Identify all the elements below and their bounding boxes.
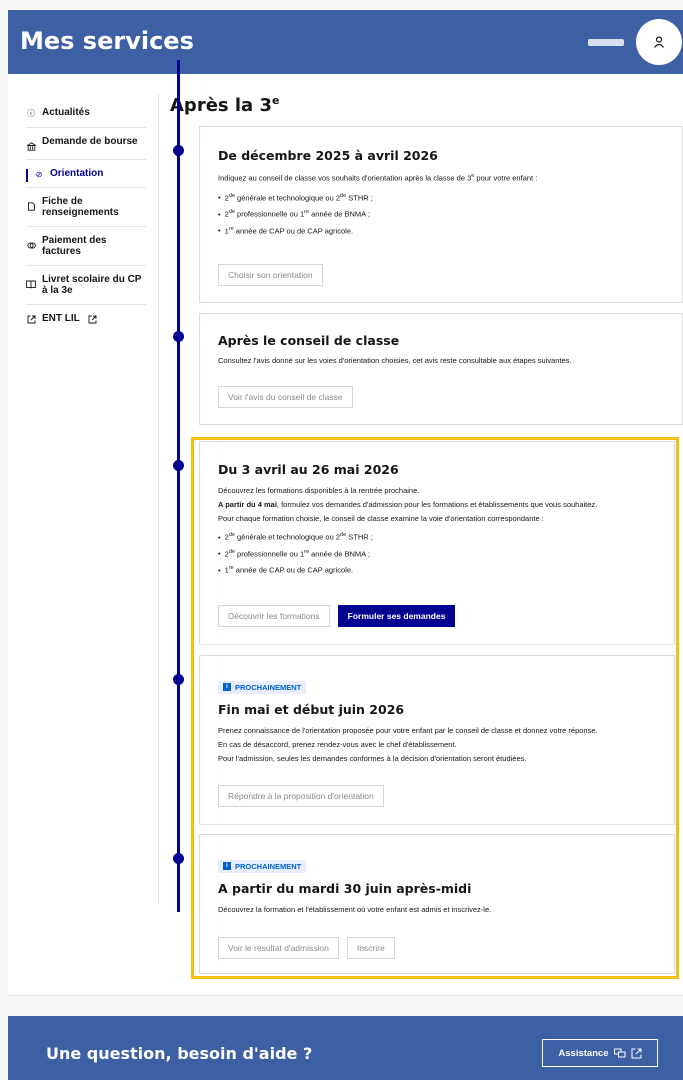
user-avatar-button[interactable]: [636, 19, 682, 65]
sidebar-item-ent-lil[interactable]: ENT LIL: [26, 305, 146, 332]
step-title: De décembre 2025 à avril 2026: [218, 148, 438, 163]
step-text: Découvrez la formation et l'établissemen…: [218, 904, 492, 914]
status-badge: i PROCHAINEMENT: [218, 680, 307, 694]
step-list: 2de générale et technologique ou 2de STH…: [218, 528, 656, 578]
compass-icon: ⊘: [35, 169, 43, 179]
voir-avis-button[interactable]: Voir l'avis du conseil de classe: [218, 386, 353, 408]
step-text: Découvrez les formations disponibles à l…: [218, 486, 420, 495]
step-text: Consultez l'avis donné sur les voies d'o…: [218, 356, 572, 365]
app-title: Mes services: [20, 27, 194, 55]
file-icon: [26, 201, 36, 211]
sidebar-item-orientation[interactable]: ⊘ Orientation: [26, 160, 146, 188]
sidebar-divider: [158, 94, 159, 904]
list-item: 1re année de CAP ou de CAP agricole.: [218, 561, 656, 578]
timeline-dot: [173, 853, 184, 864]
step-text: Prenez connaissance de l'orientation pro…: [218, 725, 598, 735]
step-title: Fin mai et début juin 2026: [218, 701, 405, 717]
inscrire-button[interactable]: Inscrire: [346, 936, 395, 959]
page-title-sup: e: [272, 94, 280, 107]
page-title: Après la 3e: [170, 94, 279, 116]
assistance-button[interactable]: Assistance: [542, 1039, 658, 1067]
sidebar-item-paiement[interactable]: Paiement des factures: [26, 227, 146, 266]
info-icon: i: [223, 862, 231, 870]
page-title-text: Après la 3: [170, 95, 272, 116]
step-card-choix: De décembre 2025 à avril 2026 Indiquez a…: [199, 126, 683, 303]
step-title: Du 3 avril au 26 mai 2026: [218, 462, 399, 477]
sidebar-item-label: Demande de bourse: [42, 136, 138, 147]
timeline-dot: [173, 331, 184, 342]
step-title: Après le conseil de classe: [218, 333, 400, 348]
sidebar-item-fiche[interactable]: Fiche de renseignements: [26, 188, 146, 227]
sidebar-item-bourse[interactable]: Demande de bourse: [26, 128, 146, 160]
list-item: 2de professionnelle ou 1re année de BNMA…: [218, 205, 664, 222]
external-link-icon: [26, 314, 36, 324]
timeline-dot: [173, 145, 184, 156]
step-text: A partir du 4 mai, formulez vos demandes…: [218, 500, 598, 509]
timeline-dot: [173, 460, 184, 471]
list-item: 2de générale et technologique ou 2de STH…: [218, 189, 664, 206]
external-link-icon: [88, 314, 98, 324]
repondre-proposition-button[interactable]: Répondre à la proposition d'orientation: [218, 784, 384, 807]
decouvrir-formations-button[interactable]: Découvrir les formations: [218, 604, 330, 627]
step-text: En cas de désaccord, prenez rendez-vous …: [218, 739, 457, 749]
step-card-conseil: Après le conseil de classe Consultez l'a…: [199, 313, 683, 425]
step-card-reponse: i PROCHAINEMENT Fin mai et début juin 202…: [199, 655, 675, 825]
book-icon: [26, 279, 36, 289]
choisir-orientation-button[interactable]: Choisir son orientation: [218, 264, 323, 286]
list-item: 2de générale et technologique ou 2de STH…: [218, 528, 656, 545]
user-icon: [654, 36, 664, 48]
assistance-label: Assistance: [558, 1047, 609, 1059]
formuler-demandes-button[interactable]: Formuler ses demandes: [337, 604, 456, 627]
help-title: Une question, besoin d'aide ?: [46, 1044, 313, 1063]
sidebar-item-label: Orientation: [50, 168, 104, 179]
sidebar-item-label: Livret scolaire du CP à la 3e: [42, 274, 142, 296]
support-icon: [613, 1048, 626, 1057]
sidebar-item-label: Actualités: [42, 107, 90, 118]
step-card-inscription: i PROCHAINEMENT A partir du mardi 30 juin…: [199, 834, 675, 974]
sidebar-item-label: Fiche de renseignements: [42, 196, 119, 218]
step-title: A partir du mardi 30 juin après-midi: [218, 880, 472, 896]
sidebar-item-livret[interactable]: Livret scolaire du CP à la 3e: [26, 266, 146, 305]
step-text: Indiquez au conseil de classe vos souhai…: [218, 173, 538, 183]
list-item: 2de professionnelle ou 1re année de BNMA…: [218, 545, 656, 562]
timeline-dot: [173, 674, 184, 685]
user-name-redacted: [588, 39, 624, 46]
step-list: 2de générale et technologique ou 2de STH…: [218, 189, 664, 239]
sidebar-item-label: Paiement des factures: [42, 235, 107, 257]
sidebar-nav: ⓘ Actualités Demande de bourse ⊘ Orienta…: [26, 98, 146, 332]
step-text: Pour chaque formation choisie, le consei…: [218, 514, 544, 523]
bank-icon: [26, 141, 36, 151]
step-text: Pour l'admission, seules les demandes co…: [218, 753, 527, 763]
header-bar: Mes services: [8, 10, 683, 74]
info-icon: ⓘ: [27, 108, 35, 118]
coins-icon: [26, 240, 36, 250]
list-item: 1re année de CAP ou de CAP agricole.: [218, 222, 664, 239]
sidebar-item-label: ENT LIL: [42, 313, 80, 324]
sidebar-item-actualites[interactable]: ⓘ Actualités: [26, 98, 146, 128]
status-badge: i PROCHAINEMENT: [218, 859, 307, 873]
info-icon: i: [223, 683, 231, 691]
external-link-icon: [631, 1048, 642, 1058]
timeline-line: [177, 60, 180, 912]
step-card-demandes: Du 3 avril au 26 mai 2026 Découvrez les …: [199, 441, 675, 645]
voir-resultat-button[interactable]: Voir le résultat d'admission: [218, 936, 339, 959]
help-footer: Une question, besoin d'aide ? Assistance: [8, 1016, 683, 1080]
